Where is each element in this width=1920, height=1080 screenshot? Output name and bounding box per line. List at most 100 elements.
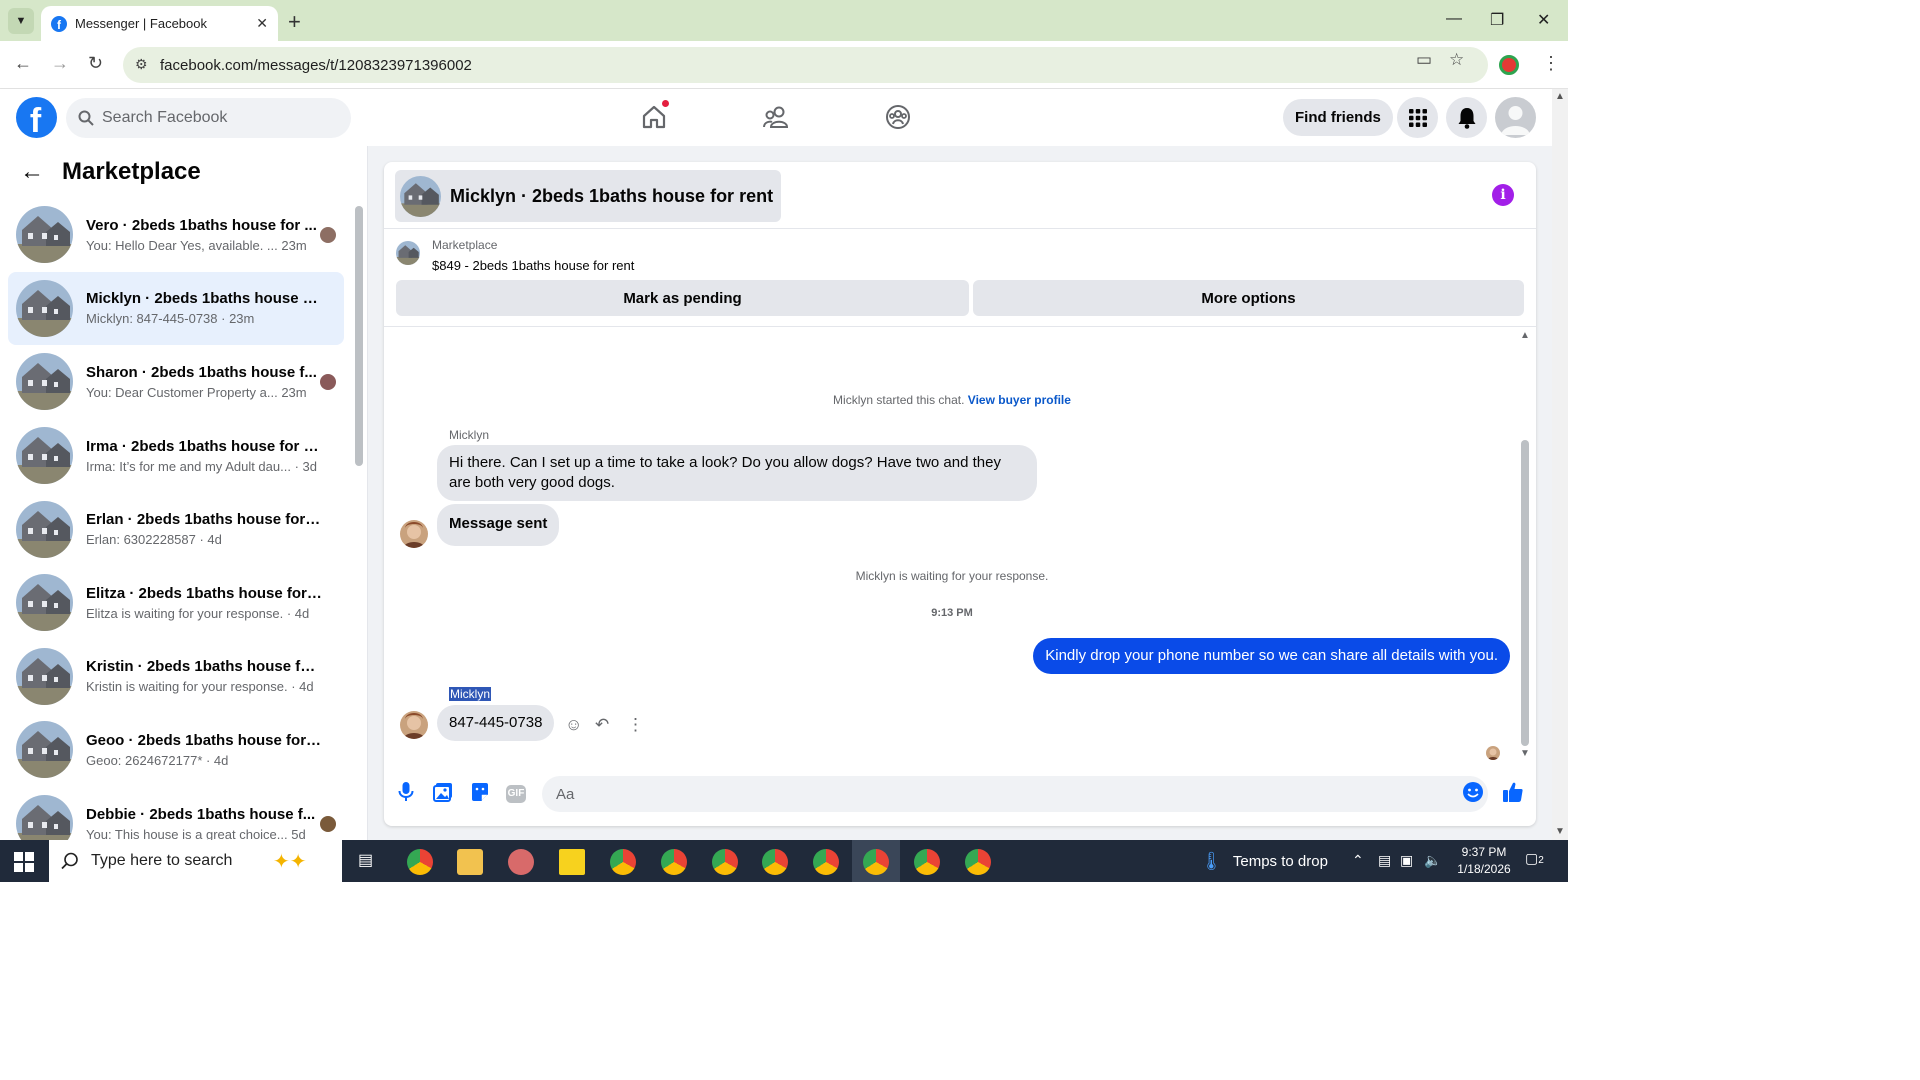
scroll-down-icon[interactable]: ▼ (1520, 748, 1530, 759)
message-input[interactable] (542, 776, 1488, 812)
chrome-taskbar-icon-active[interactable] (863, 849, 889, 875)
page-scrollbar[interactable]: ▲ ▼ (1552, 89, 1568, 840)
taskbar-search[interactable]: ✦✦ (49, 840, 342, 882)
account-avatar[interactable] (1495, 97, 1536, 138)
restore-icon[interactable]: ❐ (1490, 10, 1504, 30)
device-icon[interactable]: ▤ (1378, 852, 1391, 869)
sticky-notes-icon[interactable] (559, 849, 585, 875)
react-emoji-icon[interactable]: ☺ (565, 715, 582, 735)
gif-button[interactable]: GIF (504, 780, 528, 804)
browser-menu-icon[interactable]: ⋮ (1542, 53, 1560, 74)
new-tab-icon[interactable]: + (288, 9, 301, 35)
site-info-icon[interactable]: ⚙ (135, 56, 148, 73)
sender-avatar[interactable] (400, 520, 428, 548)
house-thumbnail (16, 206, 73, 264)
conversation-item[interactable]: Geoo · 2beds 1baths house for r... Geoo: … (8, 713, 344, 787)
chrome-taskbar-icon[interactable] (914, 849, 940, 875)
search-icon (61, 852, 78, 870)
message-sender: Micklyn (449, 687, 492, 701)
sender-avatar[interactable] (400, 711, 428, 739)
browser-profile-icon[interactable] (1499, 55, 1519, 75)
conversation-name: Irma · 2beds 1baths house for rent (86, 437, 322, 455)
file-explorer-icon[interactable] (457, 849, 483, 875)
send-like-button[interactable] (1501, 780, 1525, 804)
mark-as-pending-button[interactable]: Mark as pending (396, 280, 969, 316)
conversation-item[interactable]: Elitza · 2beds 1baths house for r... Elit… (8, 566, 344, 640)
scroll-down-icon[interactable]: ▼ (1555, 826, 1565, 837)
conversation-item[interactable]: Debbie · 2beds 1baths house f... You: Thi… (8, 787, 344, 840)
chrome-taskbar-icon[interactable] (762, 849, 788, 875)
search-input[interactable] (102, 109, 332, 127)
photo-icon (433, 783, 452, 802)
friends-nav[interactable] (760, 101, 792, 133)
network-icon[interactable]: ▣ (1400, 852, 1413, 869)
info-icon[interactable]: i (1492, 184, 1514, 206)
taskbar-search-input[interactable] (91, 852, 261, 870)
conversation-item[interactable]: Irma · 2beds 1baths house for rent Irma: … (8, 419, 344, 493)
facebook-logo[interactable]: f (16, 97, 57, 138)
more-actions-icon[interactable]: ⋮ (627, 715, 644, 735)
chrome-taskbar-icon[interactable] (965, 849, 991, 875)
back-icon[interactable]: ← (14, 53, 32, 74)
task-view-icon[interactable]: ▤ (358, 850, 373, 870)
scroll-up-icon[interactable]: ▲ (1555, 91, 1565, 102)
incoming-message[interactable]: Hi there. Can I set up a time to take a … (437, 445, 1037, 501)
notification-count: 2 (1538, 855, 1544, 866)
scroll-up-icon[interactable]: ▲ (1520, 330, 1530, 341)
forward-icon[interactable]: → (51, 53, 69, 74)
volume-icon[interactable]: 🔈 (1424, 852, 1441, 869)
browser-tab-messenger[interactable]: f Messenger | Facebook ✕ (41, 6, 278, 41)
outgoing-message[interactable]: Kindly drop your phone number so we can … (1033, 638, 1510, 674)
seen-avatar (320, 815, 336, 832)
windows-start-icon[interactable] (14, 852, 34, 872)
browser-tab-strip: ▼ f Messenger | Facebook ✕ + — ❐ ✕ (0, 0, 1568, 41)
browser-toolbar: ← → ↻ ⚙ facebook.com/messages/t/12083239… (0, 41, 1568, 89)
conversation-item[interactable]: Vero · 2beds 1baths house for ... You: He… (8, 198, 344, 272)
facebook-search[interactable] (66, 98, 351, 138)
bookmark-star-icon[interactable]: ☆ (1449, 50, 1464, 70)
close-window-icon[interactable]: ✕ (1537, 10, 1550, 30)
chrome-taskbar-icon[interactable] (813, 849, 839, 875)
conversation-preview: You: This house is a great choice... 5d (86, 826, 306, 840)
chrome-taskbar-icon[interactable] (661, 849, 687, 875)
address-bar[interactable]: ⚙ facebook.com/messages/t/12083239713960… (123, 47, 1488, 83)
notifications-button[interactable] (1446, 97, 1487, 138)
back-arrow-icon[interactable]: ← (20, 158, 44, 186)
home-nav[interactable] (638, 99, 670, 133)
find-friends-button[interactable]: Find friends (1283, 99, 1393, 136)
close-tab-icon[interactable]: ✕ (256, 15, 268, 32)
chat-scrollbar[interactable] (1521, 440, 1529, 746)
conversation-item-active[interactable]: Micklyn · 2beds 1baths house fo... Mickly… (8, 271, 344, 346)
emoji-picker-button[interactable] (1461, 780, 1485, 804)
menu-button[interactable] (1397, 97, 1438, 138)
tab-search-button[interactable]: ▼ (8, 8, 34, 34)
incoming-message[interactable]: 847-445-0738 (437, 705, 555, 741)
incoming-message[interactable]: Message sent (437, 504, 560, 546)
conversation-scrollbar[interactable] (355, 206, 363, 466)
groups-nav[interactable] (882, 101, 914, 133)
reload-icon[interactable]: ↻ (88, 53, 103, 74)
conversation-item[interactable]: Erlan · 2beds 1baths house for re... Erla… (8, 492, 344, 566)
paint-app-icon[interactable] (508, 849, 534, 875)
voice-clip-button[interactable] (394, 780, 418, 804)
install-app-icon[interactable]: ▭ (1416, 50, 1432, 70)
notification-center-icon[interactable]: ▢2 (1525, 850, 1544, 867)
chevron-up-icon[interactable]: ⌃ (1352, 852, 1364, 869)
chat-title-button[interactable]: Micklyn · 2beds 1baths house for rent (395, 170, 782, 222)
minimize-icon[interactable]: — (1446, 10, 1462, 28)
listing-summary[interactable]: Marketplace $849 - 2beds 1baths house fo… (396, 238, 634, 273)
taskbar-clock[interactable]: 9:37 PM 1/18/2026 (1448, 844, 1520, 878)
attach-photo-button[interactable] (431, 780, 455, 804)
sticker-button[interactable] (468, 780, 492, 804)
conversation-item[interactable]: Kristin · 2beds 1baths house for ... Kris… (8, 640, 344, 714)
seen-avatar (320, 374, 336, 391)
conversation-item[interactable]: Sharon · 2beds 1baths house f... You: Dea… (8, 345, 344, 419)
reply-icon[interactable]: ↶ (595, 715, 609, 735)
chrome-taskbar-icon[interactable] (712, 849, 738, 875)
weather-widget[interactable]: 🌡 Temps to drop (1200, 851, 1328, 872)
chrome-taskbar-icon[interactable] (407, 849, 433, 875)
emoji-icon (1463, 782, 1483, 802)
view-buyer-profile-link[interactable]: View buyer profile (968, 393, 1071, 407)
chrome-taskbar-icon[interactable] (610, 849, 636, 875)
more-options-button[interactable]: More options (973, 280, 1524, 316)
